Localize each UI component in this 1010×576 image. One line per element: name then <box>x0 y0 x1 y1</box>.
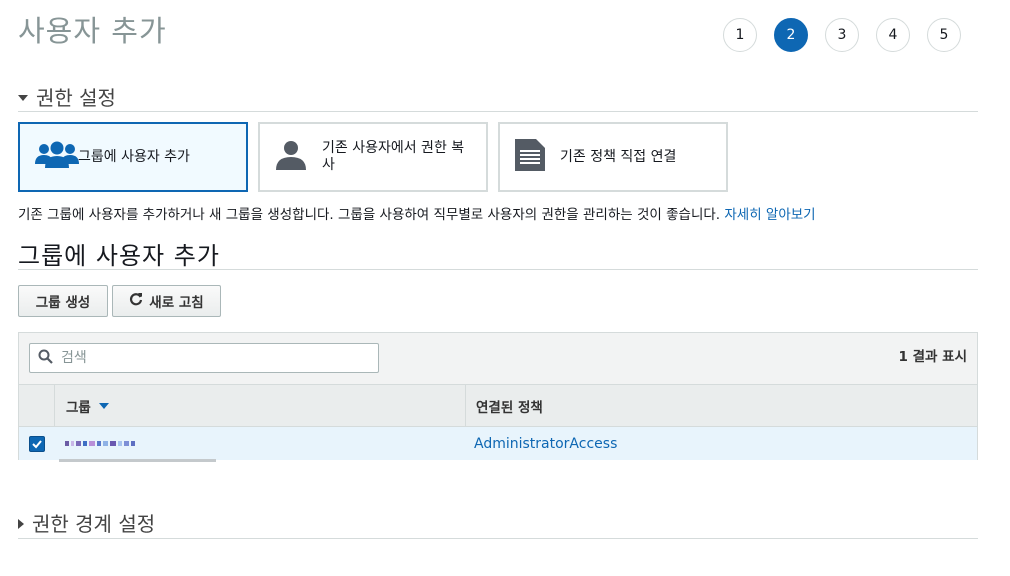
user-icon <box>274 139 308 175</box>
refresh-button[interactable]: 새로 고침 <box>112 285 221 317</box>
option-attach-policy[interactable]: 기존 정책 직접 연결 <box>498 122 728 192</box>
groups-table: 1 결과 표시 그룹 연결된 정책 <box>18 332 978 462</box>
option-add-to-group-label: 그룹에 사용자 추가 <box>78 148 190 165</box>
refresh-label: 새로 고침 <box>149 295 204 311</box>
result-count: 1 결과 표시 <box>898 349 967 365</box>
checkmark-icon <box>31 439 42 448</box>
search-box[interactable] <box>29 343 379 373</box>
caret-right-icon <box>18 518 24 529</box>
group-section-header: 그룹에 사용자 추가 <box>18 236 978 270</box>
step-5[interactable]: 5 <box>927 18 961 52</box>
option-copy-from-user-label: 기존 사용자에서 권한 복 사 <box>322 140 464 174</box>
learn-more-link[interactable]: 자세히 알아보기 <box>724 207 815 223</box>
users-group-icon <box>34 140 80 174</box>
option-attach-policy-label: 기존 정책 직접 연결 <box>560 148 677 165</box>
table-row[interactable]: AdministratorAccess <box>19 427 977 462</box>
boundary-section-header[interactable]: 권한 경계 설정 <box>18 508 978 539</box>
sort-desc-icon[interactable] <box>98 402 109 409</box>
column-header-policies[interactable]: 연결된 정책 <box>466 385 977 426</box>
caret-down-icon <box>18 94 28 101</box>
policy-document-icon <box>514 138 546 176</box>
search-input[interactable] <box>59 349 363 367</box>
row-checkbox-checked[interactable] <box>28 435 45 452</box>
wizard-steps: 1 2 3 4 5 <box>723 18 961 52</box>
row-select-cell[interactable] <box>19 427 54 460</box>
row-group-cell <box>54 427 464 460</box>
horizontal-scrollbar[interactable] <box>59 459 216 462</box>
description-text: 기존 그룹에 사용자를 추가하거나 새 그룹을 생성합니다. 그룹을 사용하여 … <box>18 207 725 223</box>
step-4[interactable]: 4 <box>876 18 910 52</box>
description: 기존 그룹에 사용자를 추가하거나 새 그룹을 생성합니다. 그룹을 사용하여 … <box>18 203 816 223</box>
boundary-section-title: 권한 경계 설정 <box>32 512 156 536</box>
refresh-icon <box>129 292 143 310</box>
permissions-section-header[interactable]: 권한 설정 <box>18 82 978 112</box>
row-policy-cell: AdministratorAccess <box>464 427 977 460</box>
column-header-group[interactable]: 그룹 <box>55 385 466 426</box>
step-3[interactable]: 3 <box>825 18 859 52</box>
option-copy-from-user[interactable]: 기존 사용자에서 권한 복 사 <box>258 122 488 192</box>
table-toolbar: 1 결과 표시 <box>19 333 977 385</box>
permissions-section-title: 권한 설정 <box>36 86 116 110</box>
step-2-current[interactable]: 2 <box>774 18 808 52</box>
column-header-group-label: 그룹 <box>66 399 91 416</box>
group-section-title: 그룹에 사용자 추가 <box>18 242 220 270</box>
option-copy-line1: 기존 사용자에서 권한 복 <box>322 140 465 156</box>
header-select-column <box>19 385 55 426</box>
redacted-group-name <box>65 441 135 446</box>
step-1[interactable]: 1 <box>723 18 757 52</box>
policy-link[interactable]: AdministratorAccess <box>474 436 617 452</box>
search-icon <box>38 349 53 368</box>
page-title: 사용자 추가 <box>18 14 167 48</box>
option-copy-line2: 사 <box>322 157 335 173</box>
create-group-button[interactable]: 그룹 생성 <box>18 285 108 317</box>
option-add-to-group[interactable]: 그룹에 사용자 추가 <box>18 122 248 192</box>
table-header: 그룹 연결된 정책 <box>19 385 977 427</box>
